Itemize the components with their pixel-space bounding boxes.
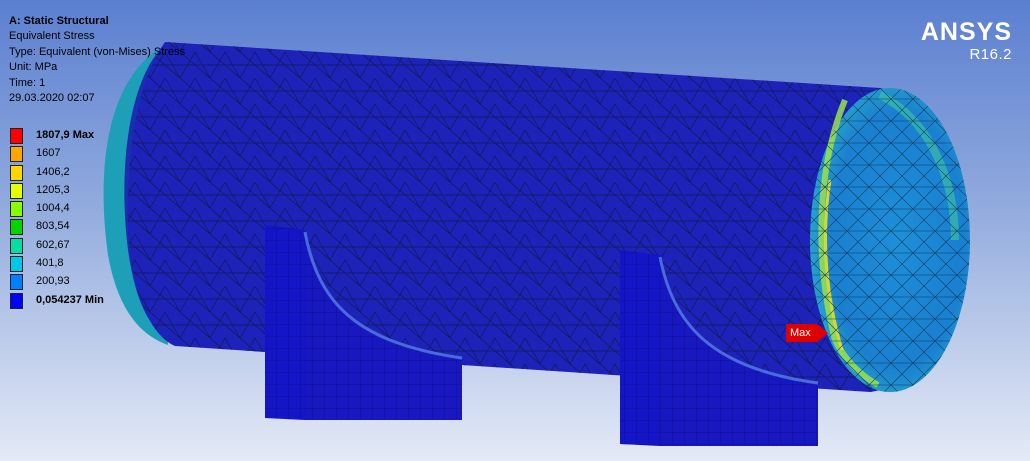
result-info-panel: A: Static Structural Equivalent Stress T… <box>9 14 185 106</box>
legend-swatch <box>10 274 23 291</box>
analysis-system-name: A: Static Structural <box>9 15 109 27</box>
legend-label: 1004,4 <box>36 202 70 215</box>
legend-label: 401,8 <box>36 257 64 270</box>
legend-label: 1406,2 <box>36 165 70 178</box>
legend-swatch <box>10 292 23 309</box>
max-probe-text: Max <box>790 327 811 339</box>
legend-swatch <box>10 219 23 236</box>
logo-brand: ANSYS <box>920 18 1012 46</box>
legend-label: 1607 <box>36 147 61 160</box>
result-name: Equivalent Stress <box>9 30 95 43</box>
legend-swatch <box>10 182 23 199</box>
legend-swatch <box>10 164 23 181</box>
ansys-logo: ANSYS R16.2 <box>921 18 1012 63</box>
legend-swatch <box>10 237 23 254</box>
graphics-viewport[interactable]: A: Static Structural Equivalent Stress T… <box>0 0 1030 461</box>
legend-swatch <box>10 128 23 144</box>
legend-swatch <box>10 256 23 273</box>
logo-version: R16.2 <box>969 46 1012 63</box>
legend-swatch <box>10 201 23 218</box>
legend-label: 803,54 <box>36 220 70 233</box>
legend-label: 602,67 <box>36 238 70 251</box>
legend-label-max: 1807,9 Max <box>36 129 95 141</box>
legend-label: 1205,3 <box>36 183 70 196</box>
legend-swatch <box>10 146 23 163</box>
result-date: 29.03.2020 02:07 <box>9 92 95 105</box>
max-probe-label[interactable]: Max <box>786 324 828 342</box>
result-type: Type: Equivalent (von-Mises) Stress <box>9 45 186 58</box>
result-time: Time: 1 <box>9 76 46 89</box>
legend-label-min: 0,054237 Min <box>36 293 104 306</box>
result-unit: Unit: MPa <box>9 61 58 74</box>
legend-label: 200,93 <box>36 275 70 288</box>
